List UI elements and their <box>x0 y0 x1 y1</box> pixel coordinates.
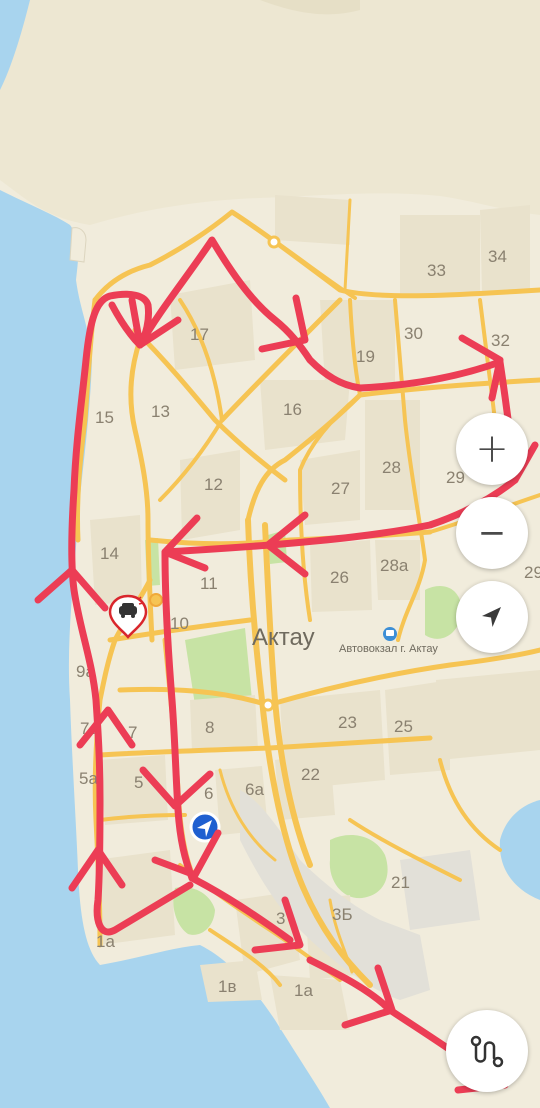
map-canvas[interactable]: Актау Автовокзал г. Актау 33 34 30 32 17… <box>0 0 540 1108</box>
district-label: 3Б <box>332 905 353 924</box>
district-label: 28 <box>382 458 401 477</box>
district-label: 11 <box>200 574 218 593</box>
city-label: Актау <box>252 624 315 651</box>
district-label: 1а <box>294 981 313 1000</box>
district-label: 23 <box>338 713 357 732</box>
district-label: 6а <box>245 780 264 799</box>
poi-bus-station-label: Автовокзал г. Актау <box>339 643 438 655</box>
district-label: 1в <box>218 977 237 996</box>
district-label: 21 <box>391 873 410 892</box>
route-icon <box>470 1035 504 1068</box>
zoom-in-button[interactable]: + <box>456 413 528 485</box>
district-label: 26 <box>330 568 349 587</box>
district-label: 10 <box>170 614 189 633</box>
land-upper <box>0 0 540 225</box>
district-label: 29 <box>524 563 540 582</box>
district-label: 6 <box>204 784 213 803</box>
district-label: 8 <box>205 718 214 737</box>
district-label: 27 <box>331 479 350 498</box>
district-label: 12 <box>204 475 223 494</box>
district-label: 29 <box>446 468 465 487</box>
district-label: 32 <box>491 331 510 350</box>
district-label: 33 <box>427 261 446 280</box>
district-label: 28а <box>380 556 409 575</box>
district-label: 17 <box>190 325 209 344</box>
zoom-in-icon: + <box>475 426 509 472</box>
my-location-button[interactable] <box>456 581 528 653</box>
zoom-out-button[interactable]: − <box>456 497 528 569</box>
district-label: 30 <box>404 324 423 343</box>
district-label: 14 <box>100 544 119 563</box>
navigation-arrow-icon <box>482 607 501 627</box>
zoom-out-icon: − <box>477 513 507 553</box>
district-label: 3 <box>276 909 285 928</box>
route-button[interactable] <box>446 1010 528 1092</box>
district-label: 5 <box>134 773 143 792</box>
district-label: 25 <box>394 717 413 736</box>
district-label: 13 <box>151 402 170 421</box>
district-label: 16 <box>283 400 302 419</box>
district-label: 15 <box>95 408 114 427</box>
district-label: 5а <box>79 769 98 788</box>
district-label: 19 <box>356 347 375 366</box>
district-label: 22 <box>301 765 320 784</box>
district-label: 34 <box>488 247 507 266</box>
